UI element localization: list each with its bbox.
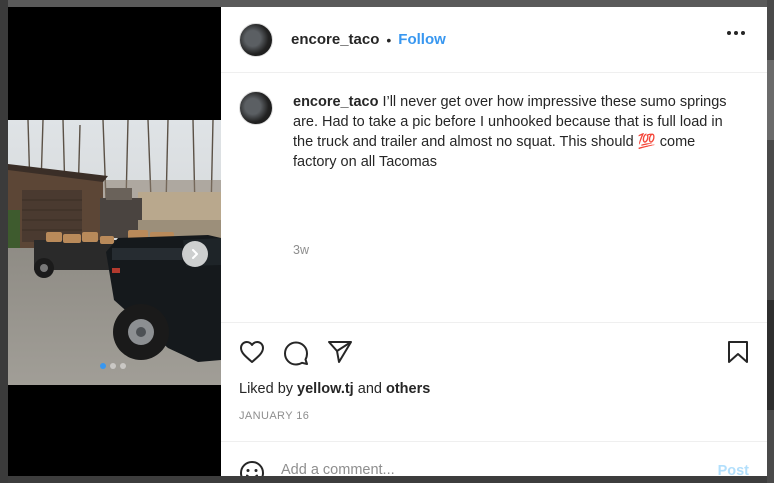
follow-button[interactable]: Follow bbox=[398, 31, 446, 48]
likes-summary: Liked by yellow.tj and others bbox=[239, 381, 430, 397]
liked-by-user[interactable]: yellow.tj bbox=[297, 381, 354, 397]
comment-icon[interactable] bbox=[283, 340, 309, 366]
post-header: encore_taco • Follow bbox=[221, 7, 767, 73]
comment-bar: Post bbox=[221, 441, 767, 476]
caption-username[interactable]: encore_taco bbox=[293, 94, 378, 110]
caption-timestamp[interactable]: 3w bbox=[293, 243, 309, 257]
chevron-right-icon bbox=[192, 249, 198, 259]
post-username[interactable]: encore_taco bbox=[291, 31, 379, 48]
liked-by-others-link[interactable]: others bbox=[386, 381, 430, 397]
caption: encore_taco I’ll never get over how impre… bbox=[293, 92, 741, 172]
smiley-icon[interactable] bbox=[239, 460, 265, 476]
caption-section: encore_taco I’ll never get over how impre… bbox=[221, 73, 767, 323]
carousel-dot bbox=[120, 363, 126, 369]
likes-and: and bbox=[357, 381, 382, 397]
paper-plane-icon[interactable] bbox=[327, 340, 353, 364]
post-date[interactable]: JANUARY 16 bbox=[239, 410, 309, 422]
next-slide-button[interactable] bbox=[182, 241, 208, 267]
separator-dot: • bbox=[386, 31, 392, 48]
likes-prefix: Liked by bbox=[239, 381, 294, 397]
action-bar bbox=[221, 323, 767, 379]
post-details-panel: encore_taco • Follow encore_taco I’ll nev… bbox=[221, 7, 767, 476]
caption-avatar[interactable] bbox=[239, 91, 273, 125]
more-options-icon[interactable] bbox=[727, 31, 745, 35]
bookmark-icon[interactable] bbox=[727, 340, 749, 364]
carousel-dot bbox=[110, 363, 116, 369]
post-media bbox=[8, 7, 221, 476]
post-comment-button[interactable]: Post bbox=[718, 463, 749, 476]
post-modal: encore_taco • Follow encore_taco I’ll nev… bbox=[8, 7, 767, 476]
carousel-dot bbox=[100, 363, 106, 369]
avatar[interactable] bbox=[239, 22, 273, 57]
carousel-indicator bbox=[100, 363, 126, 369]
heart-icon[interactable] bbox=[239, 340, 265, 364]
comment-input[interactable] bbox=[281, 462, 681, 476]
